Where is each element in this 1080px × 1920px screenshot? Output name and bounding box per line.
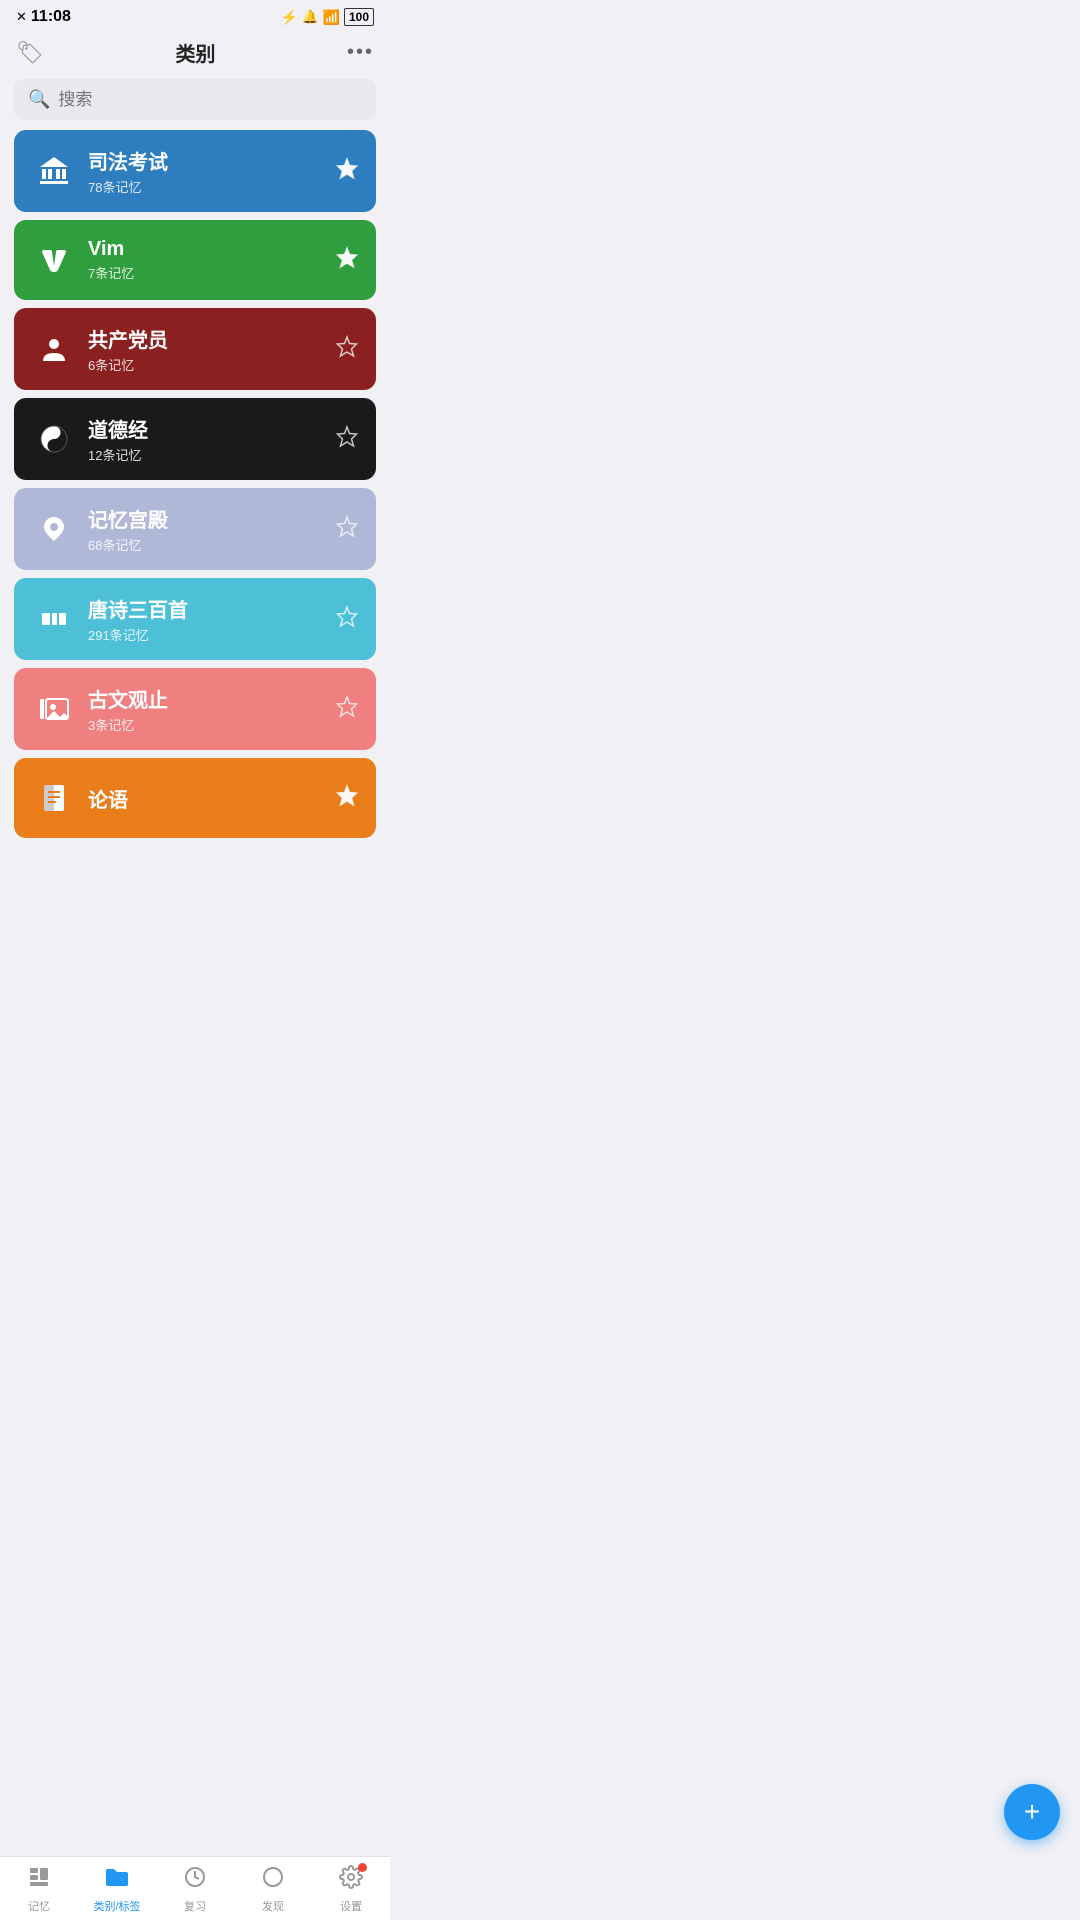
page-header: 🏷 类别 ••• (0, 30, 390, 79)
category-name: 司法考试 (88, 146, 334, 175)
category-icon (30, 685, 78, 733)
category-text: 共产党员 6条记忆 (88, 324, 334, 374)
category-icon (30, 325, 78, 373)
search-bar: 🔍 (14, 79, 376, 120)
category-item[interactable]: 论语 (14, 758, 376, 838)
more-options-button[interactable]: ••• (347, 41, 374, 64)
clock-icon (183, 1865, 207, 1895)
page-title: 类别 (175, 38, 215, 67)
search-input[interactable] (58, 90, 362, 110)
category-text: 记忆宫殿 68条记忆 (88, 504, 334, 554)
category-star[interactable] (334, 424, 360, 455)
bottom-area: 记忆 类别/标签 复习 发现 (0, 1872, 390, 1920)
settings-icon-wrap (339, 1865, 363, 1895)
category-text: 论语 (88, 784, 334, 813)
category-item[interactable]: 记忆宫殿 68条记忆 (14, 488, 376, 570)
category-name: 唐诗三百首 (88, 594, 334, 623)
category-star[interactable] (334, 514, 360, 545)
category-star[interactable] (334, 156, 360, 187)
settings-badge (358, 1863, 367, 1872)
category-count: 78条记忆 (88, 177, 334, 196)
nav-item-discover[interactable]: 发现 (243, 1865, 303, 1914)
bottom-nav: 记忆 类别/标签 复习 发现 (0, 1856, 390, 1920)
category-text: 道德经 12条记忆 (88, 414, 334, 464)
category-item[interactable]: 唐诗三百首 291条记忆 (14, 578, 376, 660)
folder-icon (104, 1865, 130, 1895)
category-icon (30, 595, 78, 643)
category-name: Vim (88, 238, 334, 261)
category-text: 唐诗三百首 291条记忆 (88, 594, 334, 644)
category-icon (30, 774, 78, 822)
tag-icon[interactable]: 🏷 (16, 40, 44, 66)
nav-item-category[interactable]: 类别/标签 (87, 1865, 147, 1914)
memory-icon (27, 1865, 51, 1895)
category-item[interactable]: 司法考试 78条记忆 (14, 130, 376, 212)
category-text: 司法考试 78条记忆 (88, 146, 334, 196)
category-icon (30, 236, 78, 284)
category-star[interactable] (334, 245, 360, 276)
category-star[interactable] (334, 783, 360, 814)
category-count: 291条记忆 (88, 625, 334, 644)
plus-icon: + (1024, 1798, 1040, 1826)
category-star[interactable] (334, 604, 360, 635)
category-name: 记忆宫殿 (88, 504, 334, 533)
category-item[interactable]: 道德经 12条记忆 (14, 398, 376, 480)
notification-icon: 🔔 (302, 9, 318, 25)
status-bar: ✕ 11:08 ⚡ 🔔 📶 100 (0, 0, 390, 30)
category-text: 古文观止 3条记忆 (88, 684, 334, 734)
nav-label-category: 类别/标签 (93, 1898, 140, 1914)
nav-item-review[interactable]: 复习 (165, 1865, 225, 1914)
nav-label-memory: 记忆 (28, 1898, 50, 1914)
status-time: 11:08 (31, 8, 71, 26)
nav-label-discover: 发现 (262, 1898, 284, 1914)
bluetooth-icon: ⚡ (281, 9, 298, 26)
category-star[interactable] (334, 334, 360, 365)
gear-icon (339, 1869, 363, 1894)
battery-icon: 100 (344, 8, 374, 26)
category-count: 68条记忆 (88, 535, 334, 554)
category-count: 6条记忆 (88, 355, 334, 374)
status-icons: ⚡ 🔔 📶 100 (281, 8, 374, 26)
category-icon (30, 147, 78, 195)
category-name: 论语 (88, 784, 334, 813)
category-count: 7条记忆 (88, 263, 334, 282)
compass-icon (261, 1865, 285, 1895)
category-name: 共产党员 (88, 324, 334, 353)
category-item[interactable]: Vim 7条记忆 (14, 220, 376, 300)
nav-item-settings[interactable]: 设置 (321, 1865, 381, 1914)
category-item[interactable]: 古文观止 3条记忆 (14, 668, 376, 750)
category-name: 古文观止 (88, 684, 334, 713)
category-icon (30, 505, 78, 553)
add-category-button[interactable]: + (1004, 1784, 1060, 1840)
category-icon (30, 415, 78, 463)
category-text: Vim 7条记忆 (88, 238, 334, 282)
wifi-icon: 📶 (323, 9, 340, 26)
search-icon: 🔍 (28, 89, 50, 110)
category-count: 12条记忆 (88, 445, 334, 464)
category-star[interactable] (334, 694, 360, 725)
category-list: 司法考试 78条记忆 Vim 7条记忆 共产党员 6条记忆 (0, 130, 390, 938)
category-item[interactable]: 共产党员 6条记忆 (14, 308, 376, 390)
nav-label-review: 复习 (184, 1898, 206, 1914)
nav-label-settings: 设置 (340, 1898, 362, 1914)
nav-item-memory[interactable]: 记忆 (9, 1865, 69, 1914)
category-name: 道德经 (88, 414, 334, 443)
category-count: 3条记忆 (88, 715, 334, 734)
